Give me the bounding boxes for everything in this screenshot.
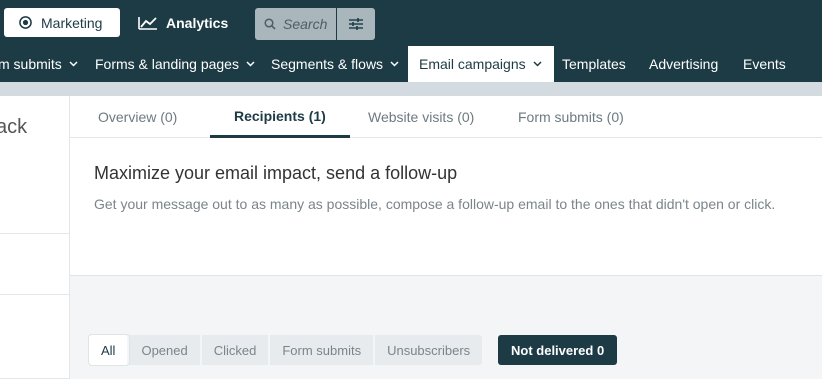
filter-form-submits-button[interactable]: Form submits: [270, 335, 376, 365]
nav-item-email-campaigns[interactable]: Email campaigns: [408, 46, 554, 82]
followup-description: Get your message out to as many as possi…: [94, 196, 776, 212]
nav-item-segments-flows[interactable]: Segments & flows: [271, 46, 399, 82]
nav-item-label: Segments & flows: [271, 56, 384, 72]
nav-item-label: Email campaigns: [419, 56, 526, 72]
filter-label: Form submits: [282, 342, 362, 358]
trend-chart-icon: [138, 16, 157, 30]
marketing-button[interactable]: Marketing: [4, 8, 120, 37]
tab-overview[interactable]: Overview (0): [98, 96, 177, 138]
chevron-down-icon: [533, 61, 542, 67]
tab-label: Form submits (0): [518, 109, 624, 125]
sliders-icon: [349, 18, 363, 30]
nav-item-label: m submits: [0, 56, 62, 72]
marketing-label: Marketing: [41, 14, 103, 31]
tab-website-visits[interactable]: Website visits (0): [368, 96, 474, 138]
nav-item-events[interactable]: Events: [743, 46, 786, 82]
left-panel: ack: [0, 96, 70, 379]
filter-label: Unsubscribers: [387, 342, 471, 358]
analytics-button[interactable]: Analytics: [138, 8, 228, 37]
divider: [0, 233, 69, 234]
nav-item-label: Templates: [562, 56, 626, 72]
chevron-down-icon: [246, 61, 255, 67]
filter-label: All: [101, 342, 116, 358]
filter-all-button[interactable]: All: [89, 335, 130, 365]
tab-recipients[interactable]: Recipients (1): [210, 96, 350, 138]
filter-clicked-button[interactable]: Clicked: [202, 335, 271, 365]
filter-unsubscribers-button[interactable]: Unsubscribers: [375, 335, 482, 365]
filter-label: Clicked: [213, 342, 257, 358]
divider: [0, 294, 69, 295]
chevron-down-icon: [69, 61, 78, 67]
nav-item-forms-landing-pages[interactable]: Forms & landing pages: [95, 46, 255, 82]
nav-item-advertising[interactable]: Advertising: [649, 46, 718, 82]
nav-item-label: Advertising: [649, 56, 719, 72]
filter-label: Opened: [141, 342, 188, 358]
tab-label: Recipients (1): [234, 107, 326, 124]
target-icon: [19, 16, 32, 29]
search-icon: [264, 18, 276, 30]
nav-item-label: Forms & landing pages: [95, 56, 239, 72]
tab-label: Overview (0): [98, 109, 178, 125]
tab-form-submits[interactable]: Form submits (0): [518, 96, 624, 138]
nav-item-form-submits[interactable]: m submits: [0, 46, 78, 82]
nav-item-templates[interactable]: Templates: [562, 46, 626, 82]
filter-opened-button[interactable]: Opened: [129, 335, 202, 365]
search-box: [255, 8, 336, 40]
not-delivered-button[interactable]: Not delivered 0: [498, 335, 618, 365]
tab-bar: Overview (0) Recipients (1) Website visi…: [70, 96, 822, 138]
section-nav: m submits Forms & landing pages Segments…: [0, 46, 822, 82]
search-input[interactable]: [283, 16, 333, 32]
not-delivered-label: Not delivered 0: [511, 342, 605, 358]
left-panel-title: ack: [0, 116, 28, 138]
followup-heading: Maximize your email impact, send a follo…: [94, 163, 458, 183]
sub-bar: [0, 82, 822, 96]
chevron-down-icon: [390, 61, 399, 67]
nav-item-label: Events: [743, 56, 786, 72]
tab-label: Website visits (0): [368, 109, 475, 125]
filter-settings-button[interactable]: [337, 8, 375, 40]
recipient-filter-group: All Opened Clicked Form submits Unsubscr…: [89, 335, 483, 365]
top-bar: Marketing Analytics: [0, 0, 822, 46]
campaign-detail-panel: Overview (0) Recipients (1) Website visi…: [70, 96, 822, 276]
analytics-label: Analytics: [166, 14, 229, 31]
